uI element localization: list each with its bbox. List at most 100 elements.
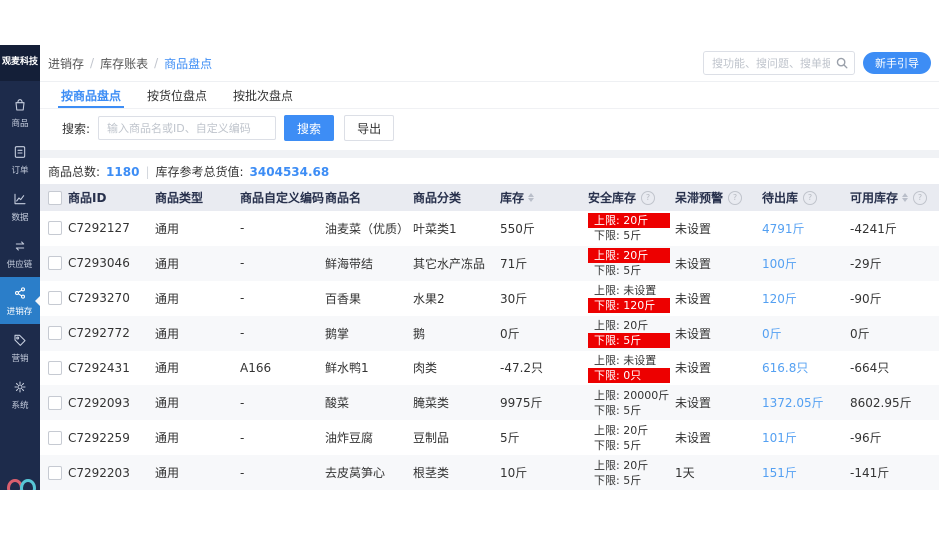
column-header-4: 商品分类 — [413, 189, 500, 206]
sidebar-item-marketing[interactable]: 营销 — [0, 324, 40, 371]
cell-category: 豆制品 — [413, 429, 500, 446]
sidebar-item-orders[interactable]: 订单 — [0, 136, 40, 183]
tab-2[interactable]: 按批次盘点 — [220, 82, 306, 108]
cell-stock: 30斤 — [500, 290, 588, 307]
cell-safety-stock: 上限: 20斤下限: 5斤 — [588, 248, 675, 278]
cell-product-type: 通用 — [155, 325, 240, 342]
column-label: 商品ID — [68, 189, 106, 206]
column-header-6: 安全库存? — [588, 189, 675, 206]
gear-icon — [12, 379, 28, 395]
brand-logo: 观麦科技 — [0, 45, 40, 81]
column-label: 可用库存 — [850, 189, 898, 206]
sort-icon[interactable] — [528, 193, 534, 202]
footer-logo-icon[interactable] — [7, 479, 36, 490]
breadcrumb-separator: / — [154, 56, 158, 70]
select-all-checkbox[interactable] — [48, 191, 62, 205]
sidebar-item-data[interactable]: 数据 — [0, 183, 40, 230]
cell-stock: 5斤 — [500, 429, 588, 446]
screenshot-canvas: 观麦科技 商品订单数据供应链进销存营销系统 进销存/库存账表/商品盘点 新手引导 — [0, 0, 939, 539]
cell-product-type: 通用 — [155, 220, 240, 237]
cell-stagnant-warning: 1天 — [675, 464, 762, 481]
row-checkbox[interactable] — [48, 431, 62, 445]
cell-product-type: 通用 — [155, 255, 240, 272]
product-search-input[interactable] — [98, 116, 276, 140]
cell-category: 其它水产冻品 — [413, 255, 500, 272]
help-icon[interactable]: ? — [913, 191, 927, 205]
cell-stock: 550斤 — [500, 220, 588, 237]
help-icon[interactable]: ? — [803, 191, 817, 205]
search-icon[interactable] — [835, 55, 849, 69]
help-icon[interactable]: ? — [728, 191, 742, 205]
sidebar-item-inventory[interactable]: 进销存 — [0, 277, 40, 324]
inventory-table: 商品总数: 1180 | 库存参考总货值: 3404534.68 商品ID商品类… — [40, 158, 939, 490]
total-value-value: 3404534.68 — [250, 165, 330, 179]
cell-pending-out-link[interactable]: 120斤 — [762, 292, 797, 306]
cell-stock: 71斤 — [500, 255, 588, 272]
search-button[interactable]: 搜索 — [284, 115, 334, 141]
row-checkbox[interactable] — [48, 221, 62, 235]
chart-icon — [12, 191, 28, 207]
row-checkbox[interactable] — [48, 396, 62, 410]
cell-product-name: 去皮莴笋心 — [325, 464, 413, 481]
total-count-label: 商品总数: — [48, 163, 100, 180]
total-value-label: 库存参考总货值: — [156, 163, 244, 180]
sidebar-item-supply-chain[interactable]: 供应链 — [0, 230, 40, 277]
app-window: 观麦科技 商品订单数据供应链进销存营销系统 进销存/库存账表/商品盘点 新手引导 — [0, 45, 939, 490]
sort-icon[interactable] — [902, 193, 908, 202]
row-checkbox[interactable] — [48, 466, 62, 480]
cell-category: 根茎类 — [413, 464, 500, 481]
sidebar-item-label: 进销存 — [7, 304, 33, 316]
cell-pending-out-link[interactable]: 0斤 — [762, 327, 782, 341]
cell-pending-out-link[interactable]: 1372.05斤 — [762, 396, 824, 410]
total-count-value: 1180 — [106, 165, 139, 179]
sidebar-item-system[interactable]: 系统 — [0, 371, 40, 418]
sidebar-item-label: 数据 — [11, 210, 28, 222]
row-checkbox[interactable] — [48, 326, 62, 340]
table-body: C7292127 通用 - 油麦菜（优质） 叶菜类1 550斤 上限: 20斤下… — [40, 211, 939, 490]
cell-product-id: C7292127 — [68, 221, 155, 235]
cell-pending-out-link[interactable]: 151斤 — [762, 466, 797, 480]
table-row: C7292127 通用 - 油麦菜（优质） 叶菜类1 550斤 上限: 20斤下… — [40, 211, 939, 246]
breadcrumb-item-1[interactable]: 库存账表 — [100, 55, 148, 72]
cell-safety-stock: 上限: 20斤下限: 5斤 — [588, 458, 675, 488]
cell-available-stock: -664只 — [850, 359, 939, 376]
table-row: C7292259 通用 - 油炸豆腐 豆制品 5斤 上限: 20斤下限: 5斤 … — [40, 420, 939, 455]
cell-stagnant-warning: 未设置 — [675, 325, 762, 342]
cell-available-stock: 8602.95斤 — [850, 394, 939, 411]
tab-0[interactable]: 按商品盘点 — [48, 82, 134, 108]
cell-safety-stock: 上限: 20000斤下限: 5斤 — [588, 388, 675, 418]
column-label: 库存 — [500, 189, 524, 206]
cell-pending-out-link[interactable]: 4791斤 — [762, 222, 805, 236]
row-checkbox[interactable] — [48, 291, 62, 305]
help-icon[interactable]: ? — [641, 191, 655, 205]
table-row: C7293270 通用 - 百香果 水果2 30斤 上限: 未设置下限: 120… — [40, 281, 939, 316]
row-checkbox[interactable] — [48, 256, 62, 270]
cell-pending-out-link[interactable]: 100斤 — [762, 257, 797, 271]
column-label: 待出库 — [762, 189, 798, 206]
table-row: C7293046 通用 - 鲜海带结 其它水产冻品 71斤 上限: 20斤下限:… — [40, 246, 939, 281]
table-row: C7292093 通用 - 酸菜 腌菜类 9975斤 上限: 20000斤下限:… — [40, 385, 939, 420]
row-checkbox[interactable] — [48, 361, 62, 375]
cell-product-type: 通用 — [155, 429, 240, 446]
cell-stagnant-warning: 未设置 — [675, 359, 762, 376]
section-gap — [40, 150, 939, 158]
sidebar-item-label: 系统 — [11, 398, 28, 410]
breadcrumb-item-0[interactable]: 进销存 — [48, 55, 84, 72]
cell-stagnant-warning: 未设置 — [675, 220, 762, 237]
export-button[interactable]: 导出 — [344, 115, 394, 141]
cell-pending-out-link[interactable]: 101斤 — [762, 431, 797, 445]
cell-product-name: 鹅掌 — [325, 325, 413, 342]
cell-stagnant-warning: 未设置 — [675, 290, 762, 307]
cell-custom-code: - — [240, 221, 325, 235]
tab-1[interactable]: 按货位盘点 — [134, 82, 220, 108]
cell-product-id: C7293270 — [68, 291, 155, 305]
sidebar-item-products[interactable]: 商品 — [0, 89, 40, 136]
global-search-input[interactable] — [703, 51, 855, 75]
beginner-guide-button[interactable]: 新手引导 — [863, 52, 931, 74]
column-label: 安全库存 — [588, 189, 636, 206]
cell-product-id: C7292203 — [68, 466, 155, 480]
cell-safety-stock: 上限: 20斤下限: 5斤 — [588, 318, 675, 348]
cell-pending-out-link[interactable]: 616.8只 — [762, 361, 808, 375]
stats-bar: 商品总数: 1180 | 库存参考总货值: 3404534.68 — [40, 158, 939, 184]
cell-safety-stock: 上限: 20斤下限: 5斤 — [588, 423, 675, 453]
